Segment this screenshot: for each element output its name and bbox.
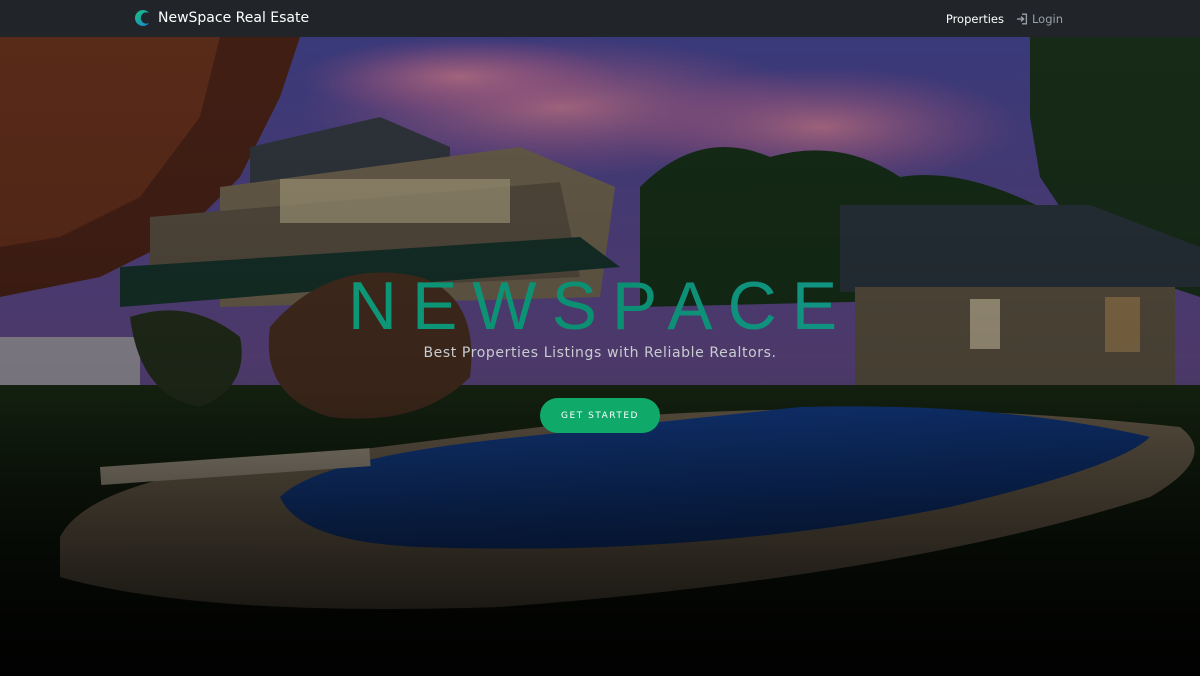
get-started-button[interactable]: GET STARTED — [540, 398, 660, 433]
nav-links: Properties Login — [946, 0, 1063, 37]
brand-name: NewSpace Real Esate — [158, 10, 310, 26]
hero-content: NEWSPACE Best Properties Listings with R… — [0, 37, 1200, 676]
brand-link[interactable]: NewSpace Real Esate — [134, 8, 309, 28]
hero-title: NEWSPACE — [0, 264, 1200, 348]
nav-login-link[interactable]: Login — [1016, 12, 1063, 26]
top-navbar: NewSpace Real Esate Properties Login — [0, 0, 1200, 37]
crescent-logo-icon — [135, 10, 152, 26]
hero-section: NEWSPACE Best Properties Listings with R… — [0, 37, 1200, 676]
login-label: Login — [1031, 11, 1063, 26]
hero-subtitle: Best Properties Listings with Reliable R… — [423, 345, 777, 361]
nav-properties-link[interactable]: Properties — [946, 12, 1004, 26]
login-icon — [1016, 13, 1028, 24]
